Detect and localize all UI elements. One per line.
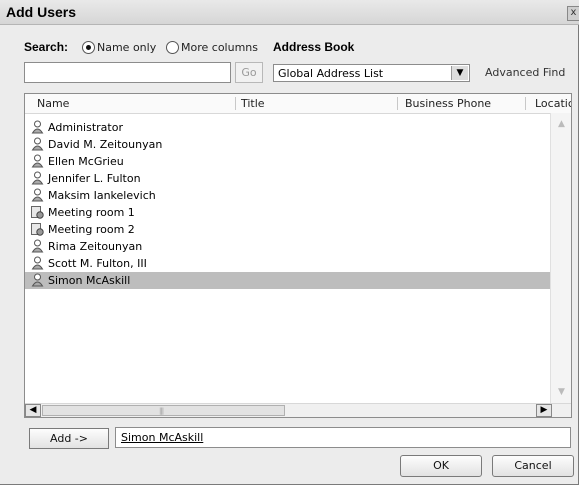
user-icon xyxy=(31,273,44,287)
scroll-up-icon[interactable]: ▲ xyxy=(555,118,568,130)
user-icon xyxy=(31,256,44,270)
list-item-selected[interactable]: Simon McAskill xyxy=(25,272,550,289)
list-item-label: Scott M. Fulton, III xyxy=(48,257,147,270)
user-icon xyxy=(31,171,44,185)
list-item-label: Meeting room 2 xyxy=(48,223,135,236)
more-columns-label: More columns xyxy=(181,41,258,54)
list-item[interactable]: Scott M. Fulton, III xyxy=(25,255,550,272)
scroll-right-icon[interactable]: ▶ xyxy=(536,404,552,417)
list-item-label: Meeting room 1 xyxy=(48,206,135,219)
list-item-label: Administrator xyxy=(48,121,123,134)
go-button[interactable]: Go xyxy=(235,62,263,83)
list-item[interactable]: Jennifer L. Fulton xyxy=(25,170,550,187)
scroll-down-icon[interactable]: ▼ xyxy=(555,386,568,398)
ok-button[interactable]: OK xyxy=(400,455,482,477)
list-item[interactable]: David M. Zeitounyan xyxy=(25,136,550,153)
add-users-dialog: Add Users x Search: Name only More colum… xyxy=(0,0,579,485)
user-icon xyxy=(31,154,44,168)
address-book-label: Address Book xyxy=(273,40,355,54)
chevron-down-icon[interactable]: ▼ xyxy=(451,66,468,80)
users-list: Name Title Business Phone Locatic Admini… xyxy=(24,93,572,418)
list-header: Name Title Business Phone Locatic xyxy=(25,94,571,114)
user-icon xyxy=(31,137,44,151)
search-input[interactable] xyxy=(24,62,231,83)
list-item-label: David M. Zeitounyan xyxy=(48,138,163,151)
list-item-label: Rima Zeitounyan xyxy=(48,240,143,253)
user-icon xyxy=(31,188,44,202)
list-item-label: Maksim Iankelevich xyxy=(48,189,156,202)
title-bar: Add Users x xyxy=(0,0,579,25)
name-only-label: Name only xyxy=(97,41,157,54)
user-icon xyxy=(31,239,44,253)
column-divider[interactable] xyxy=(525,97,526,110)
add-button[interactable]: Add -> xyxy=(29,428,109,449)
list-item[interactable]: Meeting room 2 xyxy=(25,221,550,238)
column-divider[interactable] xyxy=(397,97,398,110)
column-header-location[interactable]: Locatic xyxy=(535,97,571,110)
list-item-label: Jennifer L. Fulton xyxy=(48,172,141,185)
close-icon[interactable]: x xyxy=(567,6,579,21)
user-icon xyxy=(31,120,44,134)
column-divider[interactable] xyxy=(235,97,236,110)
added-user-entry: Simon McAskill xyxy=(121,431,204,444)
name-only-radio[interactable] xyxy=(82,41,95,54)
add-users-field[interactable]: Simon McAskill xyxy=(115,427,571,448)
horizontal-scroll-thumb[interactable]: ||| xyxy=(42,405,285,416)
room-icon xyxy=(31,206,44,219)
room-icon xyxy=(31,223,44,236)
column-header-business-phone[interactable]: Business Phone xyxy=(405,97,491,110)
column-header-title[interactable]: Title xyxy=(241,97,265,110)
vertical-scrollbar[interactable]: ▲ ▼ xyxy=(550,113,571,403)
horizontal-scrollbar[interactable]: ◀ ||| ▶ xyxy=(25,403,571,417)
list-item-label: Ellen McGrieu xyxy=(48,155,124,168)
list-item[interactable]: Ellen McGrieu xyxy=(25,153,550,170)
search-label: Search: xyxy=(24,40,69,54)
column-header-name[interactable]: Name xyxy=(37,97,69,110)
list-item[interactable]: Maksim Iankelevich xyxy=(25,187,550,204)
grip-icon: ||| xyxy=(159,407,164,415)
address-book-select[interactable]: Global Address List ▼ xyxy=(273,64,470,82)
more-columns-radio[interactable] xyxy=(166,41,179,54)
scroll-left-icon[interactable]: ◀ xyxy=(25,404,41,417)
address-book-selected: Global Address List xyxy=(278,67,384,80)
list-item-label: Simon McAskill xyxy=(48,274,131,287)
list-item[interactable]: Administrator xyxy=(25,119,550,136)
cancel-button[interactable]: Cancel xyxy=(492,455,574,477)
list-item[interactable]: Rima Zeitounyan xyxy=(25,238,550,255)
advanced-find-link[interactable]: Advanced Find xyxy=(485,66,565,79)
dialog-title: Add Users xyxy=(6,4,77,20)
list-item[interactable]: Meeting room 1 xyxy=(25,204,550,221)
